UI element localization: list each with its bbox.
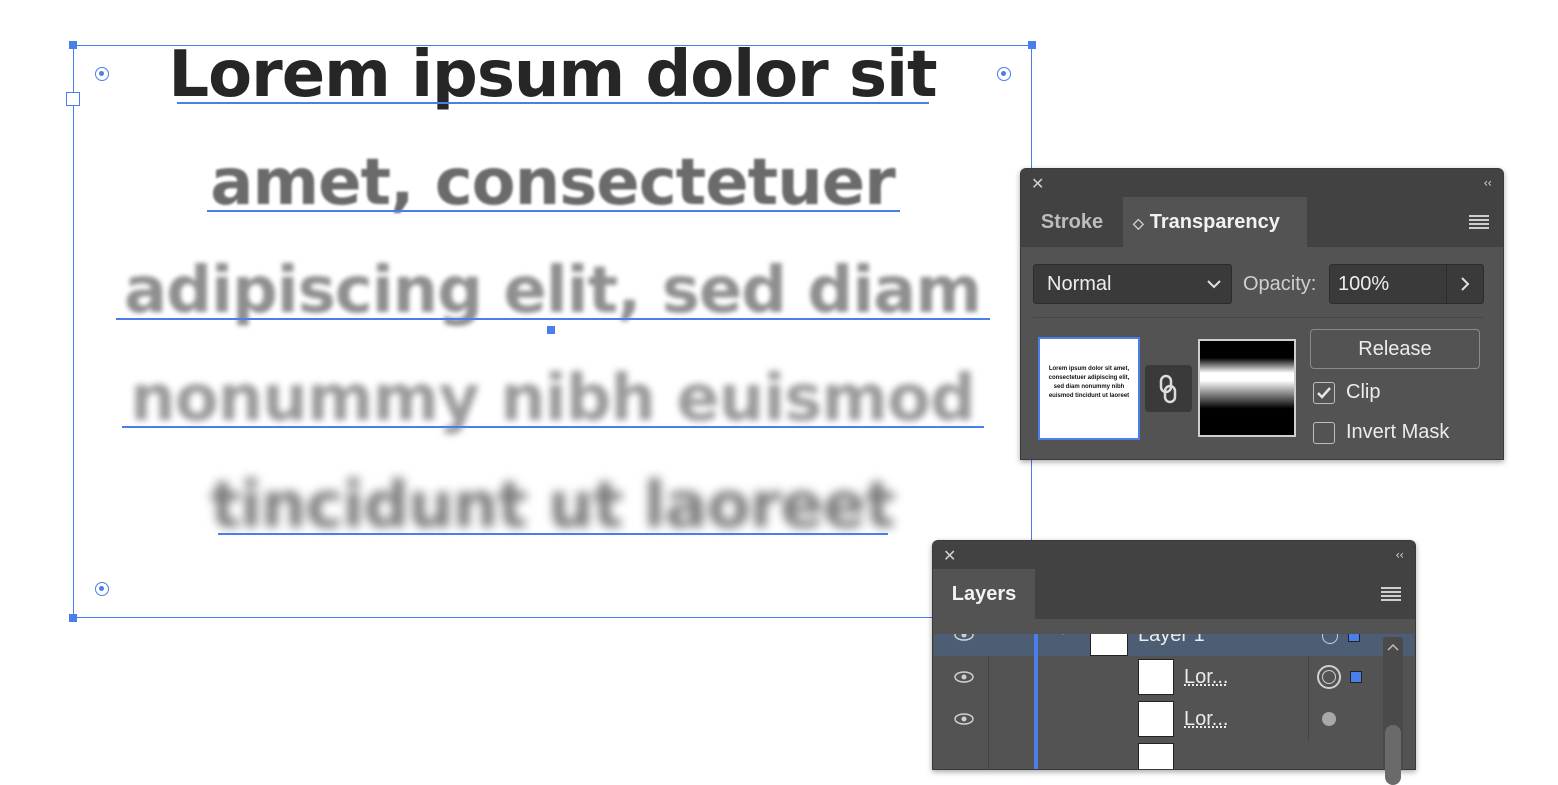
selection-handle-top-right[interactable] xyxy=(1028,41,1036,49)
layer-thumbnail xyxy=(1138,743,1174,769)
chevron-down-icon xyxy=(1207,280,1221,289)
close-icon[interactable]: ✕ xyxy=(943,548,956,564)
target-circle-icon[interactable] xyxy=(1317,665,1341,689)
column-divider xyxy=(988,698,989,740)
clip-checkbox[interactable] xyxy=(1313,382,1335,404)
layers-panel: ✕ ‹‹ Layers ▾ Layer 1 Lor... xyxy=(932,540,1416,785)
eye-icon[interactable] xyxy=(954,713,974,725)
panel-tab-bar: Stroke ◇ Transparency xyxy=(1021,197,1503,247)
release-button[interactable]: Release xyxy=(1310,329,1480,369)
selection-handle-bottom-left[interactable] xyxy=(69,614,77,622)
chevron-right-icon xyxy=(1461,277,1470,291)
panel-title-bar[interactable] xyxy=(1021,169,1503,197)
opacity-slider-toggle[interactable] xyxy=(1446,265,1483,303)
column-divider xyxy=(988,656,989,698)
link-icon xyxy=(1159,374,1177,404)
opacity-value: 100% xyxy=(1338,273,1390,295)
selection-indicator[interactable] xyxy=(1348,634,1360,642)
invert-mask-checkbox[interactable] xyxy=(1313,422,1335,444)
collapse-icon[interactable]: ‹‹ xyxy=(1483,177,1492,189)
layer-name[interactable]: Layer 1 xyxy=(1138,634,1205,647)
opacity-mask-thumbnail[interactable] xyxy=(1198,339,1296,437)
corner-widget[interactable] xyxy=(95,67,109,81)
blend-mode-value: Normal xyxy=(1047,273,1112,295)
panel-menu-icon[interactable] xyxy=(1469,215,1489,229)
close-icon[interactable]: ✕ xyxy=(1031,176,1044,192)
layer-row[interactable]: Lor... xyxy=(934,656,1414,698)
panel-tab-bar: Layers xyxy=(933,569,1415,619)
panel-divider xyxy=(1033,317,1483,318)
tab-transparency[interactable]: ◇ Transparency xyxy=(1123,197,1307,247)
layer-row[interactable] xyxy=(934,740,1414,769)
panel-menu-icon[interactable] xyxy=(1381,587,1401,601)
link-mask-button[interactable] xyxy=(1145,365,1192,412)
layer-color-bar xyxy=(1034,698,1038,740)
tab-stroke[interactable]: Stroke xyxy=(1021,197,1123,247)
target-circle-icon[interactable] xyxy=(1322,634,1338,644)
collapse-icon[interactable]: ‹‹ xyxy=(1395,549,1404,561)
layer-thumbnail xyxy=(1090,634,1128,656)
object-thumbnail[interactable]: Lorem ipsum dolor sit amet, consectetuer… xyxy=(1038,337,1140,440)
expand-arrow-icon[interactable]: ▾ xyxy=(1060,634,1066,638)
column-divider xyxy=(1308,698,1309,740)
selection-indicator[interactable] xyxy=(1350,671,1362,683)
layers-scrollbar[interactable] xyxy=(1383,637,1403,785)
layer-color-bar xyxy=(1034,656,1038,698)
layer-color-bar xyxy=(1034,740,1038,769)
layer-name[interactable]: Lor... xyxy=(1184,666,1228,689)
column-divider xyxy=(1308,656,1309,698)
corner-widget[interactable] xyxy=(95,582,109,596)
invert-mask-label[interactable]: Invert Mask xyxy=(1346,421,1449,444)
layer-color-bar xyxy=(1034,634,1038,656)
layer-row[interactable]: Lor... xyxy=(934,698,1414,740)
checkmark-icon xyxy=(1317,387,1331,399)
opacity-label: Opacity: xyxy=(1243,273,1317,295)
layer-thumbnail xyxy=(1138,659,1174,695)
column-divider xyxy=(988,740,989,769)
clip-label[interactable]: Clip xyxy=(1346,381,1380,404)
corner-widget[interactable] xyxy=(997,67,1011,81)
scrollbar-thumb[interactable] xyxy=(1385,725,1401,785)
layer-thumbnail xyxy=(1138,701,1174,737)
target-circle-icon[interactable] xyxy=(1322,712,1336,726)
tab-transparency-label: Transparency xyxy=(1149,211,1280,233)
object-thumbnail-text: Lorem ipsum dolor sit amet, consectetuer… xyxy=(1048,366,1130,399)
selection-handle-top-left[interactable] xyxy=(69,41,77,49)
selection-center-point[interactable] xyxy=(547,326,555,334)
tab-options-arrows-icon: ◇ xyxy=(1133,215,1144,231)
eye-icon[interactable] xyxy=(954,671,974,683)
release-button-label: Release xyxy=(1358,338,1432,360)
opacity-field[interactable]: 100% xyxy=(1329,264,1484,304)
text-in-port-handle[interactable] xyxy=(66,92,80,106)
layer-row[interactable]: ▾ Layer 1 xyxy=(934,634,1414,656)
panel-title-bar[interactable] xyxy=(933,541,1415,569)
blend-mode-dropdown[interactable]: Normal xyxy=(1033,264,1232,304)
layers-list: ▾ Layer 1 Lor... Lor... xyxy=(934,634,1414,769)
scroll-up-icon[interactable] xyxy=(1387,643,1399,651)
tab-layers[interactable]: Layers xyxy=(933,569,1035,619)
transparency-panel: ✕ ‹‹ Stroke ◇ Transparency Normal Opacity… xyxy=(1020,168,1504,460)
eye-icon[interactable] xyxy=(954,634,974,641)
layer-name[interactable]: Lor... xyxy=(1184,708,1228,731)
